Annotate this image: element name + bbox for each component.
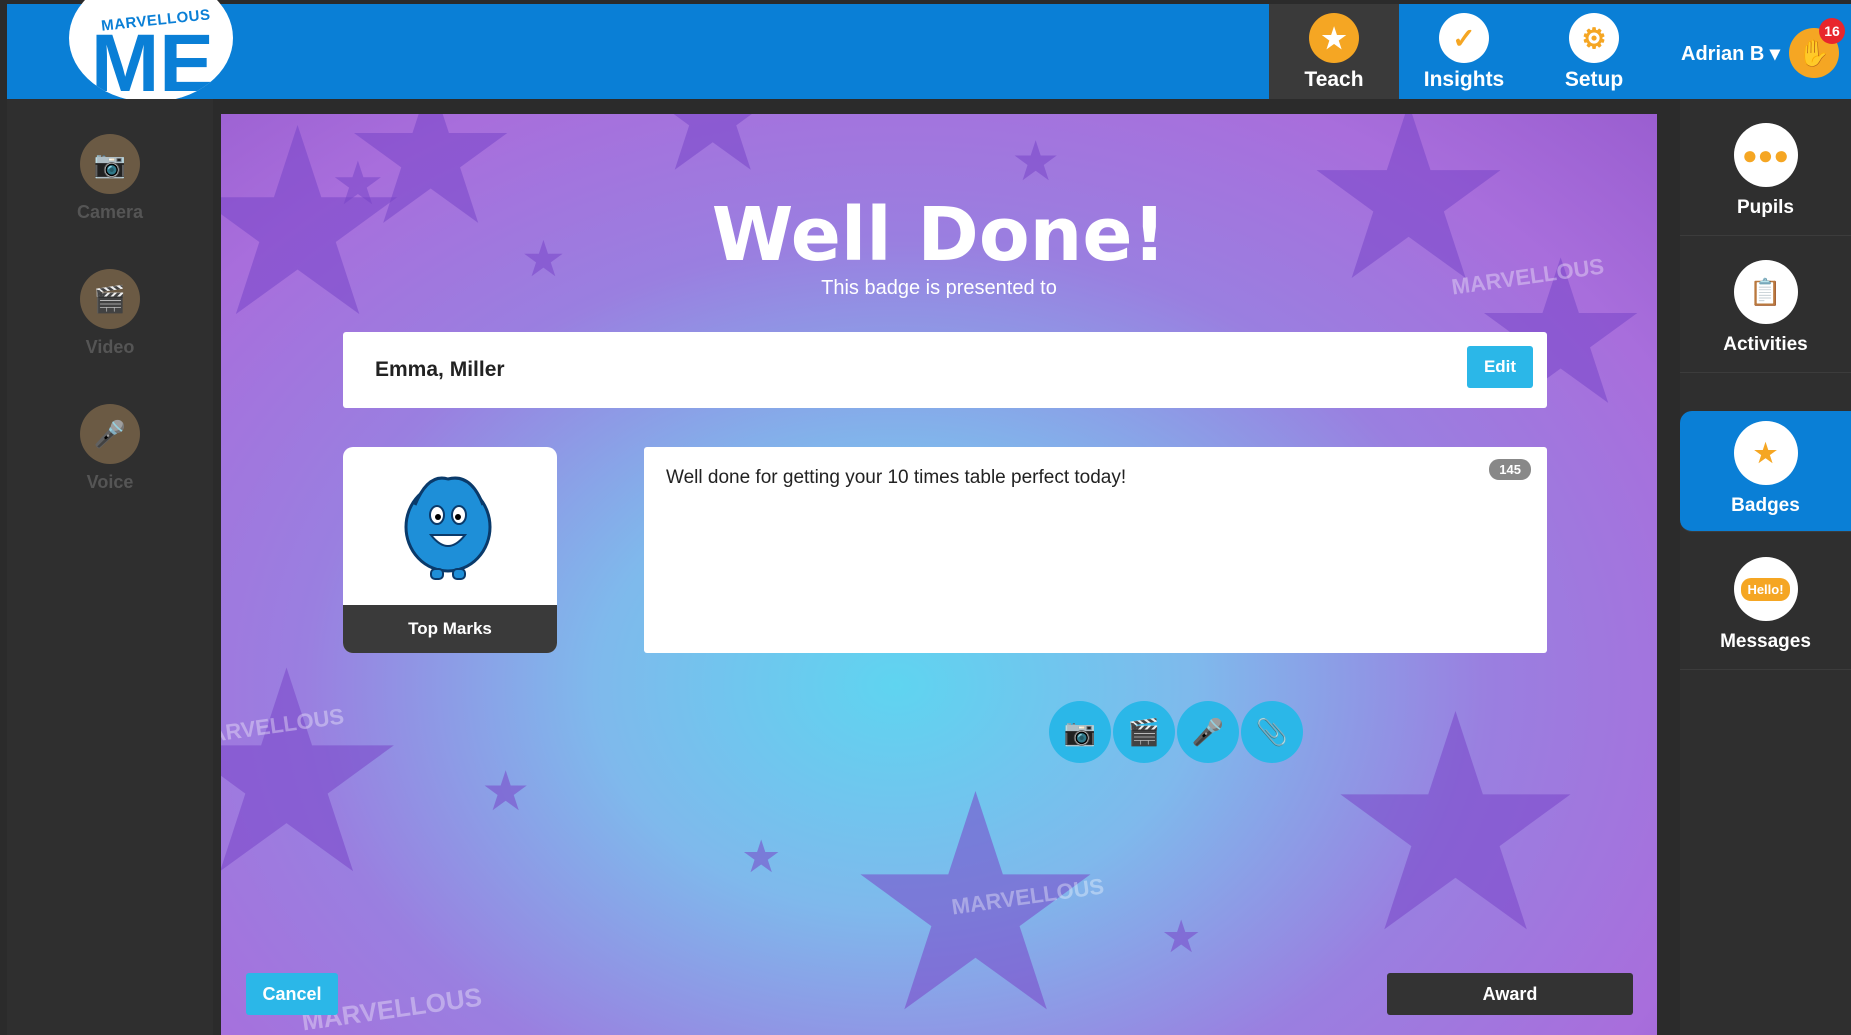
top-bar: MARVELLOUS ME ★ Teach ✓ Insights ⚙ Setup… xyxy=(7,0,1851,102)
video-clapper-icon: 🎬 xyxy=(80,269,140,329)
right-nav-activities-label: Activities xyxy=(1723,334,1808,355)
nav-insights[interactable]: ✓ Insights xyxy=(1399,4,1529,99)
right-nav-messages-label: Messages xyxy=(1720,631,1811,652)
right-nav-messages[interactable]: Hello! Messages xyxy=(1680,533,1851,670)
logo-me: ME xyxy=(91,18,214,103)
microphone-icon: 🎤 xyxy=(80,404,140,464)
background-star: ★ xyxy=(1011,130,1061,192)
message-input[interactable]: Well done for getting your 10 times tabl… xyxy=(664,465,1488,639)
notification-badge: 16 xyxy=(1819,18,1845,44)
background-star: ★ xyxy=(221,618,413,930)
clipboard-icon: 📋 xyxy=(1733,260,1798,324)
background-star: ★ xyxy=(1321,656,1590,992)
camera-icon: 📷 xyxy=(80,134,140,194)
right-nav: ●●● Pupils 📋 Activities ★ Badges Hello! … xyxy=(1680,99,1851,1035)
chevron-down-icon: ▾ xyxy=(1769,43,1780,65)
checkmark-icon: ✓ xyxy=(1439,13,1489,63)
badge-name: Top Marks xyxy=(343,605,557,653)
badge-card[interactable]: Top Marks xyxy=(343,447,557,653)
right-nav-badges[interactable]: ★ Badges xyxy=(1680,411,1851,532)
microphone-icon: 🎤 xyxy=(1191,716,1225,747)
camera-icon: 📷 xyxy=(1063,716,1097,747)
tool-video[interactable]: 🎬 Video xyxy=(7,269,213,358)
marvellous-me-logo[interactable]: MARVELLOUS ME xyxy=(69,0,233,102)
character-counter: 145 xyxy=(1489,459,1531,480)
nav-teach-label: Teach xyxy=(1304,68,1364,91)
pupils-icon: ●●● xyxy=(1733,123,1798,187)
video-clapper-icon: 🎬 xyxy=(1127,716,1161,747)
user-menu[interactable]: Adrian B ▾ ✋ 16 xyxy=(1667,4,1851,99)
recipient-name: Emma, Miller xyxy=(375,358,505,381)
background-star: ★ xyxy=(1161,911,1202,962)
left-toolbar: 📷 Camera 🎬 Video 🎤 Voice xyxy=(7,99,213,1035)
background-star: ★ xyxy=(641,114,784,194)
user-name[interactable]: Adrian B ▾ xyxy=(1681,41,1780,66)
award-subtitle: This badge is presented to xyxy=(821,277,1057,299)
nav-insights-label: Insights xyxy=(1423,68,1505,91)
attach-voice-button[interactable]: 🎤 xyxy=(1177,701,1239,763)
paperclip-icon: 📎 xyxy=(1255,716,1289,747)
edit-recipient-button[interactable]: Edit xyxy=(1467,346,1533,388)
cancel-button[interactable]: Cancel xyxy=(246,973,338,1015)
right-nav-badges-label: Badges xyxy=(1731,495,1800,516)
nav-setup[interactable]: ⚙ Setup xyxy=(1529,4,1659,99)
nav-setup-label: Setup xyxy=(1564,68,1624,91)
tool-voice[interactable]: 🎤 Voice xyxy=(7,404,213,493)
speech-bubble-icon: Hello! xyxy=(1733,557,1798,621)
tool-voice-label: Voice xyxy=(86,472,134,492)
attach-file-button[interactable]: 📎 xyxy=(1241,701,1303,763)
top-marks-character-icon xyxy=(404,476,492,580)
background-star: ★ xyxy=(481,760,531,822)
teach-star-icon: ★ xyxy=(1309,13,1359,63)
gear-icon: ⚙ xyxy=(1569,13,1619,63)
right-nav-pupils[interactable]: ●●● Pupils xyxy=(1680,99,1851,236)
message-box: Well done for getting your 10 times tabl… xyxy=(644,447,1547,653)
nav-teach[interactable]: ★ Teach xyxy=(1269,4,1399,99)
badge-star-icon: ★ xyxy=(1733,421,1798,485)
badge-award-panel: ★ ★ ★ ★ ★ ★ ★ ★ ★ ★ ★ ★ ★ ★ MARVELLOUS M… xyxy=(221,114,1657,1035)
tool-video-label: Video xyxy=(85,337,135,357)
attach-photo-button[interactable]: 📷 xyxy=(1049,701,1111,763)
background-star: ★ xyxy=(741,831,782,882)
recipient-field[interactable]: Emma, Miller Edit xyxy=(343,332,1547,408)
tool-camera-label: Camera xyxy=(76,202,144,222)
award-title: Well Done! xyxy=(711,192,1167,278)
award-button[interactable]: Award xyxy=(1387,973,1633,1015)
right-nav-activities[interactable]: 📋 Activities xyxy=(1680,236,1851,373)
attach-video-button[interactable]: 🎬 xyxy=(1113,701,1175,763)
right-nav-pupils-label: Pupils xyxy=(1736,197,1794,218)
tool-camera[interactable]: 📷 Camera xyxy=(7,134,213,223)
